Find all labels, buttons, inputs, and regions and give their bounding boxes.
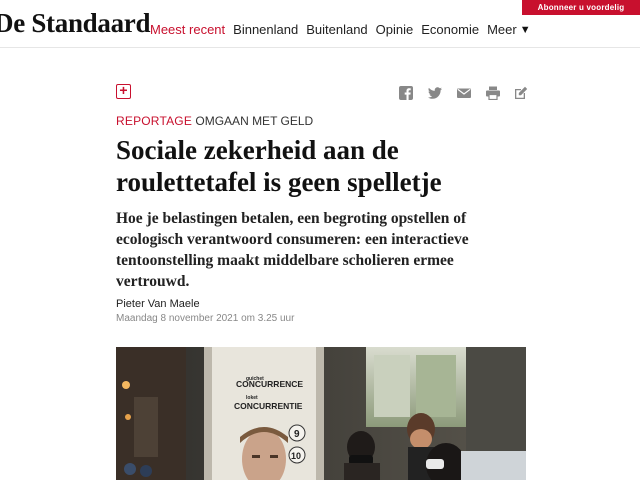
- twitter-icon[interactable]: [428, 86, 442, 100]
- counter-number-9: 9: [294, 429, 300, 440]
- nav-item-meest-recent[interactable]: Meest recent: [150, 22, 225, 37]
- article-photo[interactable]: guichet CONCURRENCE loket CONCURRENTIE 9…: [116, 347, 526, 480]
- main-nav: Meest recent Binnenland Buitenland Opini…: [150, 22, 539, 37]
- site-header: De Standaard Meest recent Binnenland Bui…: [0, 0, 640, 48]
- nav-item-binnenland[interactable]: Binnenland: [233, 22, 298, 37]
- plus-square-icon[interactable]: +: [116, 83, 131, 99]
- mail-icon[interactable]: [457, 86, 471, 100]
- author-link[interactable]: Pieter Van Maele: [116, 298, 200, 310]
- article-lead: Hoe je belastingen betalen, een begrotin…: [116, 210, 469, 290]
- article-title: Sociale zekerheid aan de roulettetafel i…: [116, 135, 442, 197]
- nav-item-meer-label: Meer: [487, 22, 517, 37]
- site-logo[interactable]: De Standaard: [0, 8, 150, 39]
- nav-item-meer[interactable]: Meer ▼: [487, 22, 531, 37]
- caret-down-icon: ▼: [519, 23, 531, 36]
- tag-link[interactable]: OMGAAN MET GELD: [195, 114, 313, 128]
- sign-text-concurrentie: CONCURRENTIE: [234, 401, 303, 411]
- article-kicker: REPORTAGE OMGAAN MET GELD: [116, 114, 313, 128]
- edit-icon[interactable]: [514, 86, 528, 100]
- nav-item-opinie[interactable]: Opinie: [376, 22, 414, 37]
- print-icon[interactable]: [486, 86, 500, 100]
- subscribe-button[interactable]: Abonneer u voordelig: [522, 0, 640, 15]
- nav-item-buitenland[interactable]: Buitenland: [306, 22, 367, 37]
- section-link[interactable]: REPORTAGE: [116, 114, 192, 128]
- publish-date: Maandag 8 november 2021 om 3.25 uur: [116, 313, 295, 324]
- facebook-icon[interactable]: [399, 86, 413, 100]
- nav-item-economie[interactable]: Economie: [421, 22, 479, 37]
- counter-number-10: 10: [291, 451, 301, 461]
- sign-text-concurrence: CONCURRENCE: [236, 379, 303, 389]
